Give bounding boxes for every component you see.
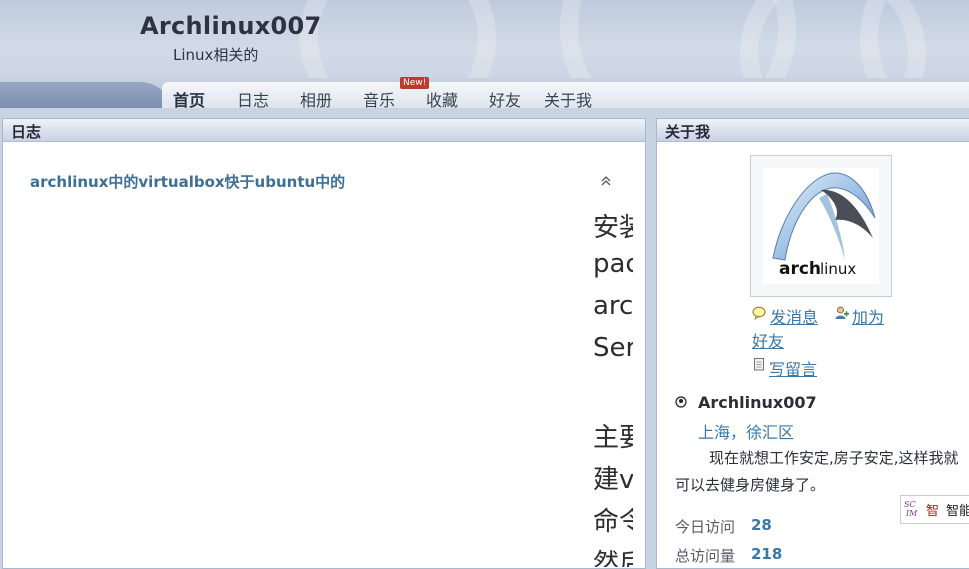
tab-home[interactable]: 首页 — [173, 87, 205, 108]
site-subtitle: Linux相关的 — [173, 46, 259, 64]
scim-logo-icon: SC IM — [904, 500, 918, 518]
floating-widget[interactable]: SC IM 智 智能 — [900, 495, 969, 524]
speech-bubble-icon — [752, 306, 766, 320]
tab-favorites[interactable]: 收藏 — [426, 87, 458, 108]
blog-panel-title[interactable]: 日志 — [11, 121, 41, 142]
user-status-icon — [675, 396, 687, 408]
nav-bar-shadow — [0, 82, 170, 108]
new-badge: New! — [400, 77, 430, 89]
widget-glyph: 智 — [926, 504, 940, 519]
post-line: Ser — [593, 333, 633, 363]
add-friend-link-continued[interactable]: 好友 — [752, 328, 784, 352]
post-line: arc — [593, 291, 633, 321]
logo-text-arch: arch — [779, 259, 821, 279]
post-line: 主要 — [593, 423, 633, 453]
post-body: 安装 pac arc Ser 主要 建v 命令 然后 — [593, 207, 633, 567]
widget-label: 智能 — [946, 504, 969, 519]
avatar[interactable]: arch linux — [750, 155, 892, 297]
stat-label-today: 今日访问 — [675, 518, 736, 536]
send-message-link[interactable]: 发消息 — [770, 304, 818, 328]
about-panel-header: 关于我 — [657, 119, 969, 142]
post-title-link[interactable]: archlinux中的virtualbox快于ubuntu中的 — [30, 171, 345, 192]
tab-album[interactable]: 相册 — [300, 87, 332, 108]
post-line: 然后 — [593, 549, 633, 567]
site-header: Archlinux007 Linux相关的 首页 日志 相册 音乐 收藏 好友 … — [0, 0, 969, 108]
archlinux-logo-icon: arch linux — [772, 172, 876, 279]
stat-label-total: 总访问量 — [675, 547, 736, 565]
tab-friends[interactable]: 好友 — [489, 87, 521, 108]
logo-text-linux: linux — [820, 260, 856, 278]
stat-value-total: 218 — [751, 545, 783, 563]
site-title[interactable]: Archlinux007 — [140, 12, 322, 40]
guestbook-link[interactable]: 写留言 — [769, 356, 817, 380]
add-friend-link[interactable]: 加为 — [852, 304, 884, 328]
avatar-image: arch linux — [763, 168, 879, 284]
collapse-icon[interactable] — [599, 173, 613, 189]
about-panel-title[interactable]: 关于我 — [665, 121, 710, 142]
nav-tabs: 首页 日志 相册 音乐 收藏 好友 关于我 — [162, 82, 969, 108]
stat-value-today: 28 — [751, 516, 772, 534]
add-friend-icon — [835, 306, 849, 319]
notepad-icon — [754, 358, 764, 371]
blog-panel-header: 日志 — [3, 119, 645, 142]
post-line: 安装 — [593, 213, 633, 243]
blog-panel: 日志 archlinux中的virtualbox快于ubuntu中的 安装 pa… — [2, 118, 646, 569]
user-name[interactable]: Archlinux007 — [698, 393, 817, 412]
tab-music[interactable]: 音乐 — [363, 87, 395, 108]
post-line: 命令 — [593, 507, 633, 537]
tab-blog[interactable]: 日志 — [237, 87, 269, 108]
user-location-link[interactable]: 上海，徐汇区 — [698, 419, 794, 443]
tab-about[interactable]: 关于我 — [544, 87, 592, 108]
post-line: pac — [593, 249, 633, 279]
svg-text:SC: SC — [904, 500, 916, 509]
user-bio: 现在就想工作安定,房子安定,这样我就可以去健身房健身了。 — [675, 449, 959, 494]
svg-text:IM: IM — [905, 509, 918, 518]
post-line: 建v — [593, 465, 633, 495]
